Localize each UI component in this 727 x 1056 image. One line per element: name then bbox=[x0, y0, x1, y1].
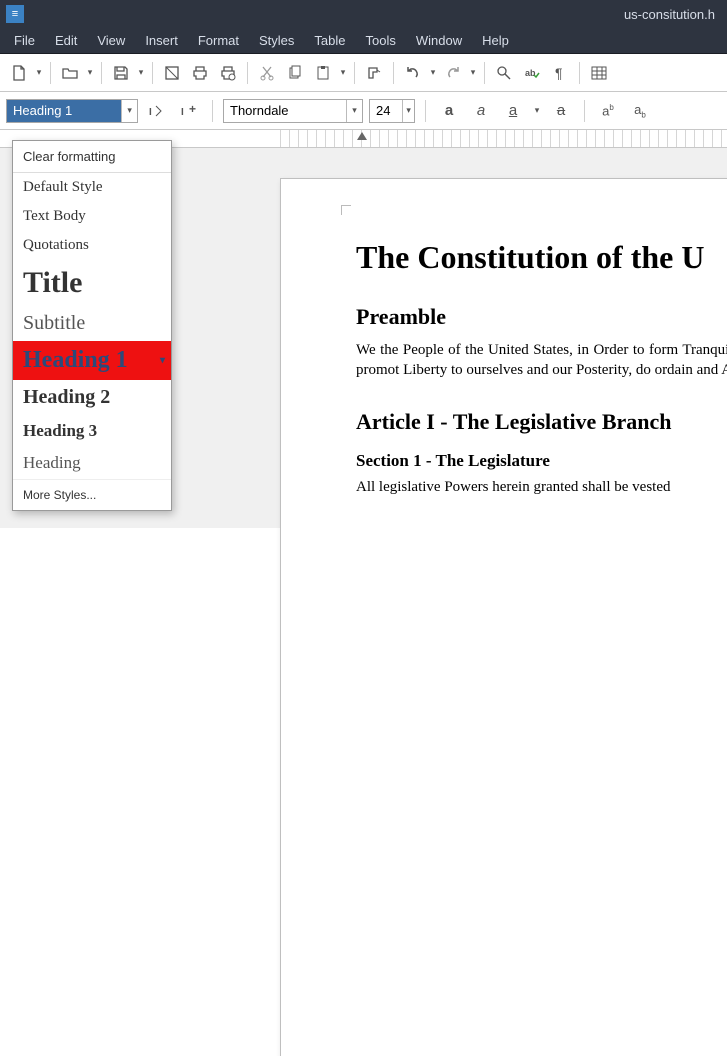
app-icon: ≡ bbox=[6, 5, 24, 23]
strikethrough-button[interactable]: a bbox=[548, 98, 574, 124]
doc-heading-preamble[interactable]: Preamble bbox=[356, 304, 727, 330]
menu-tools[interactable]: Tools bbox=[357, 30, 403, 51]
font-size-dropdown-button[interactable]: ▾ bbox=[402, 100, 414, 122]
save-dropdown[interactable]: ▾ bbox=[136, 67, 146, 78]
export-pdf-button[interactable] bbox=[159, 60, 185, 86]
bold-button[interactable]: a bbox=[436, 98, 462, 124]
underline-dropdown[interactable]: ▾ bbox=[532, 105, 542, 116]
menu-help[interactable]: Help bbox=[474, 30, 517, 51]
style-heading-1[interactable]: Heading 1 ▾ bbox=[13, 341, 171, 380]
style-quotations[interactable]: Quotations bbox=[13, 231, 171, 260]
standard-toolbar: ▾ ▾ ▾ ▾ ▾ ▾ ab ¶ bbox=[0, 54, 727, 92]
open-button[interactable] bbox=[57, 60, 83, 86]
document-page[interactable]: The Constitution of the U Preamble We th… bbox=[280, 178, 727, 1056]
font-size-input[interactable] bbox=[370, 100, 402, 122]
paste-button[interactable] bbox=[310, 60, 336, 86]
font-name-input[interactable] bbox=[224, 100, 346, 122]
menu-file[interactable]: File bbox=[6, 30, 43, 51]
submenu-arrow-icon: ▾ bbox=[160, 355, 165, 366]
doc-body-section1[interactable]: All legislative Powers herein granted sh… bbox=[356, 479, 727, 496]
style-heading-2[interactable]: Heading 2 bbox=[13, 380, 171, 415]
open-dropdown[interactable]: ▾ bbox=[85, 67, 95, 78]
style-heading-3[interactable]: Heading 3 bbox=[13, 415, 171, 447]
svg-text:ab: ab bbox=[525, 68, 536, 78]
font-name-combo[interactable]: ▾ bbox=[223, 99, 363, 123]
update-style-button[interactable]: I bbox=[144, 98, 170, 124]
undo-button[interactable] bbox=[400, 60, 426, 86]
redo-dropdown[interactable]: ▾ bbox=[468, 67, 478, 78]
new-doc-button[interactable] bbox=[6, 60, 32, 86]
paragraph-style-input[interactable] bbox=[7, 100, 121, 122]
menu-insert[interactable]: Insert bbox=[137, 30, 186, 51]
style-text-body[interactable]: Text Body bbox=[13, 202, 171, 231]
style-default[interactable]: Default Style bbox=[13, 173, 171, 202]
doc-heading-section1[interactable]: Section 1 - The Legislature bbox=[356, 451, 727, 471]
style-heading-1-label: Heading 1 bbox=[23, 347, 128, 374]
svg-text:I: I bbox=[149, 107, 152, 118]
doc-body-preamble[interactable]: We the People of the United States, in O… bbox=[356, 340, 727, 381]
print-preview-button[interactable] bbox=[215, 60, 241, 86]
print-button[interactable] bbox=[187, 60, 213, 86]
margin-corner-icon bbox=[341, 205, 351, 215]
doc-heading-article1[interactable]: Article I - The Legislative Branch bbox=[356, 409, 727, 435]
svg-text:I: I bbox=[181, 107, 184, 118]
cut-button[interactable] bbox=[254, 60, 280, 86]
undo-dropdown[interactable]: ▾ bbox=[428, 67, 438, 78]
style-title[interactable]: Title bbox=[13, 260, 171, 306]
new-style-button[interactable]: I+ bbox=[176, 98, 202, 124]
style-more[interactable]: More Styles... bbox=[13, 479, 171, 510]
formatting-marks-button[interactable]: ¶ bbox=[547, 60, 573, 86]
svg-text:¶: ¶ bbox=[555, 65, 563, 81]
menu-view[interactable]: View bbox=[89, 30, 133, 51]
find-replace-button[interactable] bbox=[491, 60, 517, 86]
clone-formatting-button[interactable] bbox=[361, 60, 387, 86]
paragraph-style-dropdown-button[interactable]: ▾ bbox=[121, 100, 137, 122]
font-size-combo[interactable]: ▾ bbox=[369, 99, 415, 123]
spellcheck-button[interactable]: ab bbox=[519, 60, 545, 86]
formatting-toolbar: ▾ I I+ ▾ ▾ a a a ▾ a ab ab bbox=[0, 92, 727, 130]
style-heading[interactable]: Heading bbox=[13, 447, 171, 479]
save-button[interactable] bbox=[108, 60, 134, 86]
menu-bar: File Edit View Insert Format Styles Tabl… bbox=[0, 28, 727, 54]
menu-format[interactable]: Format bbox=[190, 30, 247, 51]
underline-button[interactable]: a bbox=[500, 98, 526, 124]
superscript-button[interactable]: ab bbox=[595, 98, 621, 124]
font-name-dropdown-button[interactable]: ▾ bbox=[346, 100, 362, 122]
doc-title[interactable]: The Constitution of the U bbox=[356, 239, 727, 276]
indent-marker-icon[interactable] bbox=[357, 132, 367, 140]
menu-table[interactable]: Table bbox=[306, 30, 353, 51]
italic-button[interactable]: a bbox=[468, 98, 494, 124]
paste-dropdown[interactable]: ▾ bbox=[338, 67, 348, 78]
copy-button[interactable] bbox=[282, 60, 308, 86]
menu-window[interactable]: Window bbox=[408, 30, 470, 51]
subscript-button[interactable]: ab bbox=[627, 98, 653, 124]
paragraph-style-combo[interactable]: ▾ bbox=[6, 99, 138, 123]
style-clear-formatting[interactable]: Clear formatting bbox=[13, 141, 171, 173]
window-title: us-consitution.h bbox=[624, 7, 721, 22]
menu-styles[interactable]: Styles bbox=[251, 30, 302, 51]
redo-button[interactable] bbox=[440, 60, 466, 86]
paragraph-style-dropdown-list: Clear formatting Default Style Text Body… bbox=[12, 140, 172, 511]
window-titlebar: ≡ us-consitution.h bbox=[0, 0, 727, 28]
new-doc-dropdown[interactable]: ▾ bbox=[34, 67, 44, 78]
style-subtitle[interactable]: Subtitle bbox=[13, 306, 171, 341]
menu-edit[interactable]: Edit bbox=[47, 30, 85, 51]
svg-text:+: + bbox=[189, 102, 196, 116]
insert-table-button[interactable] bbox=[586, 60, 612, 86]
